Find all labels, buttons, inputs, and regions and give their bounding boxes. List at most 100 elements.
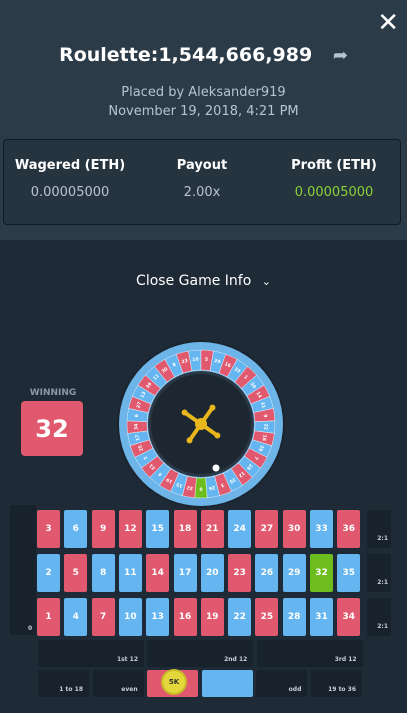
- number-cell[interactable]: 24: [228, 510, 252, 548]
- profit-value: 0.00005000: [294, 185, 374, 200]
- number-cell-label: 12: [124, 524, 137, 534]
- placed-by: Placed by Aleksander919: [121, 85, 286, 100]
- column-bet-label: 2:1: [377, 623, 388, 630]
- number-cell-label: 23: [233, 568, 246, 578]
- number-cell[interactable]: 33: [310, 510, 333, 548]
- outside-bet-label: odd: [288, 686, 302, 693]
- number-cell[interactable]: 25: [255, 598, 279, 636]
- number-cell[interactable]: 19: [200, 598, 224, 636]
- odd-bet-cell[interactable]: odd: [256, 670, 308, 697]
- game-info-panel: ✕ Roulette:1,544,666,989 ➦ Placed by Ale…: [0, 0, 407, 240]
- number-cell[interactable]: 34: [337, 598, 361, 636]
- number-cell[interactable]: 11: [118, 554, 142, 592]
- dozen-bet-label: 2nd 12: [224, 656, 248, 663]
- number-cell[interactable]: 20: [200, 554, 224, 592]
- profit-label: Profit (ETH): [291, 158, 377, 173]
- payout-label: Payout: [176, 158, 228, 173]
- close-game-info-toggle[interactable]: Close Game Info ⌄: [0, 273, 407, 289]
- dozen-bet-cell[interactable]: 2nd 12: [147, 640, 254, 667]
- number-cell[interactable]: 27: [255, 510, 279, 548]
- toggle-label: Close Game Info: [136, 273, 252, 289]
- number-cell[interactable]: 31: [310, 598, 333, 636]
- number-cell-label: 20: [206, 568, 219, 578]
- number-cell-label: 7: [99, 612, 107, 622]
- number-cell[interactable]: 12: [118, 510, 142, 548]
- number-cell[interactable]: 29: [282, 554, 306, 592]
- number-cell-label: 9: [99, 524, 107, 534]
- number-cell[interactable]: 2: [37, 554, 60, 592]
- payout-stat: Payout 2.00x: [136, 158, 268, 200]
- wheel-pocket-number: 10: [192, 356, 199, 363]
- number-cell-label: 29: [287, 568, 301, 578]
- number-cell-label: 18: [178, 524, 192, 534]
- number-cell-label: 33: [315, 524, 328, 534]
- close-icon[interactable]: ✕: [377, 10, 399, 36]
- number-cell-label: 30: [287, 524, 301, 534]
- chevron-down-icon: ⌄: [261, 275, 271, 288]
- number-cell[interactable]: 21: [200, 510, 224, 548]
- number-cell-label: 27: [260, 524, 274, 534]
- number-cell[interactable]: 26: [255, 554, 279, 592]
- number-cell[interactable]: 35: [337, 554, 361, 592]
- roulette-ball: [212, 464, 220, 472]
- game-date: November 19, 2018, 4:21 PM: [108, 104, 299, 119]
- number-cell[interactable]: 13: [146, 598, 170, 636]
- number-cell-label: 13: [151, 612, 164, 622]
- number-cell[interactable]: 14: [146, 554, 170, 592]
- number-cell[interactable]: 22: [228, 598, 252, 636]
- number-cell-label: 26: [260, 568, 274, 578]
- wagered-label: Wagered (ETH): [14, 158, 126, 173]
- number-cell[interactable]: 18: [173, 510, 197, 548]
- number-cell[interactable]: 15: [146, 510, 170, 548]
- column-bet-label: 2:1: [377, 579, 388, 586]
- wheel-pocket-number: 22: [262, 423, 268, 430]
- number-cell[interactable]: 5: [64, 554, 88, 592]
- dozen-bet-cell[interactable]: 1st 12: [38, 640, 144, 667]
- dozen-bet-cell[interactable]: 3rd 12: [256, 640, 363, 667]
- number-cell-label: 34: [342, 612, 356, 622]
- column-bet-cell[interactable]: 2:1: [367, 598, 391, 636]
- outside-bet-label: 1 to 18: [59, 686, 83, 693]
- number-cell-label: 8: [99, 568, 107, 578]
- number-cell[interactable]: 36: [337, 510, 361, 548]
- number-cell[interactable]: 7: [91, 598, 115, 636]
- black-bet-cell[interactable]: [201, 670, 253, 697]
- column-bet-cell[interactable]: 2:1: [367, 510, 391, 548]
- number-cell[interactable]: 23: [228, 554, 252, 592]
- outside-bet-label: 19 to 36: [328, 686, 356, 693]
- low-bet-cell[interactable]: 1 to 18: [38, 670, 89, 697]
- number-cell-label: 3: [45, 524, 52, 534]
- number-cell-label: 31: [315, 612, 328, 622]
- even-bet-cell[interactable]: even: [92, 670, 144, 697]
- number-cell[interactable]: 4: [64, 598, 88, 636]
- high-bet-cell[interactable]: 19 to 36: [311, 670, 362, 697]
- number-cell[interactable]: 3: [37, 510, 60, 548]
- number-cell-label: 1: [45, 612, 52, 622]
- number-cell[interactable]: 8: [91, 554, 115, 592]
- number-cell[interactable]: 1: [37, 598, 60, 636]
- number-cell[interactable]: 6: [64, 510, 88, 548]
- number-cell-label: 2: [45, 568, 52, 578]
- wagered-value: 0.00005000: [30, 185, 110, 200]
- number-cell-label: 6: [72, 524, 79, 534]
- dozen-bet-label: 1st 12: [116, 656, 138, 663]
- dozen-bet-label: 3rd 12: [334, 656, 357, 663]
- number-cell[interactable]: 10: [118, 598, 142, 636]
- column-bet-cell[interactable]: 2:1: [367, 554, 391, 592]
- number-cell[interactable]: 28: [282, 598, 306, 636]
- number-cell-label: 22: [233, 612, 246, 622]
- number-cell-label: 15: [151, 524, 164, 534]
- number-cell[interactable]: 32: [310, 554, 333, 592]
- number-cell[interactable]: 9: [91, 510, 115, 548]
- number-cell-label: 17: [178, 568, 192, 578]
- number-cell[interactable]: 16: [173, 598, 197, 636]
- number-cell-label: 21: [206, 524, 219, 534]
- number-cell-label: 11: [124, 568, 137, 578]
- number-cell-label: 4: [72, 612, 79, 622]
- zero-cell[interactable]: 0: [10, 505, 36, 635]
- number-cell[interactable]: 30: [282, 510, 306, 548]
- outside-bet-label: even: [121, 686, 138, 693]
- share-arrow-icon[interactable]: ➦: [333, 45, 348, 66]
- number-cell[interactable]: 17: [173, 554, 197, 592]
- number-cell-label: 28: [287, 612, 301, 622]
